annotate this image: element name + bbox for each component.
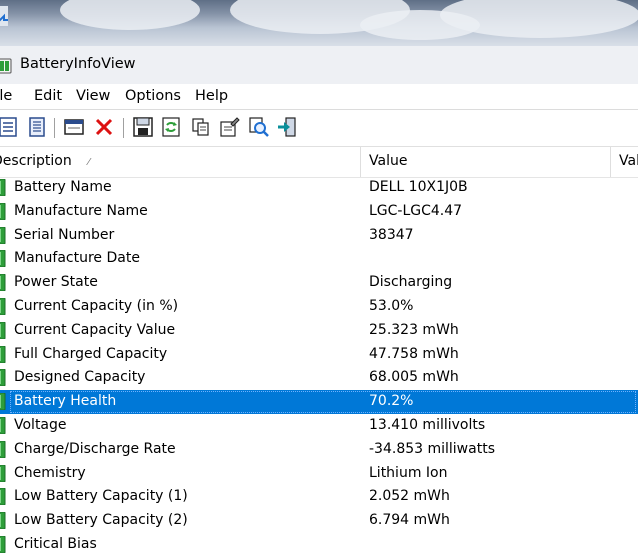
desktop-background [0,0,638,46]
battery-icon [0,488,6,506]
menu-options[interactable]: Options [125,88,181,104]
list-row[interactable]: Manufacture Date [0,247,638,271]
row-value: DELL 10X1J0B [369,179,468,195]
options-icon[interactable] [219,116,241,138]
properties-icon[interactable] [0,116,20,138]
battery-icon [0,202,6,220]
toolbar-separator [123,118,124,138]
row-description: Voltage [14,416,67,433]
list-row[interactable]: Full Charged Capacity 47.758 mWh [0,343,638,367]
column-divider[interactable] [360,147,361,177]
row-value: 25.323 mWh [369,321,459,338]
menu-file[interactable]: File [0,88,12,104]
column-value[interactable]: Value [369,153,407,169]
row-value: 6.794 mWh [369,512,450,529]
row-description: Current Capacity (in %) [14,297,179,314]
menu-edit[interactable]: Edit [34,88,62,104]
window-title: BatteryInfoView [20,56,136,72]
row-description: Designed Capacity [14,369,146,386]
list-row[interactable]: Serial Number 38347 [0,224,638,248]
row-value: 47.758 mWh [369,345,459,362]
list-row[interactable]: Chemistry Lithium Ion [0,462,638,486]
list-row[interactable]: Low Battery Capacity (1) 2.052 mWh [0,485,638,509]
menu-view[interactable]: View [76,88,110,104]
delete-icon[interactable] [93,116,115,138]
row-description: Manufacture Name [14,202,148,219]
row-value: Discharging [369,274,453,291]
battery-icon [0,464,6,482]
row-description: Battery Name [14,179,112,195]
list-view-icon[interactable] [26,116,48,138]
row-value: LGC-LGC4.47 [369,202,463,219]
list-row[interactable]: Battery Health 70.2% [0,390,638,414]
battery-icon [0,250,6,268]
row-description: Low Battery Capacity (2) [14,512,188,529]
menu-help[interactable]: Help [195,88,228,104]
list-row[interactable]: Charge/Discharge Rate -34.853 milliwatts [0,438,638,462]
list-row[interactable]: Designed Capacity 68.005 mWh [0,366,638,390]
battery-icon [0,440,6,458]
battery-icon [0,369,6,387]
row-description: Critical Bias [14,535,97,552]
battery-icon [0,321,6,339]
column-value-extra[interactable]: Val [619,153,638,169]
row-value: 2.052 mWh [369,488,450,505]
battery-icon [0,179,6,196]
battery-icon [0,297,6,315]
row-value: 70.2% [369,393,414,410]
list-row[interactable]: Critical Bias [0,533,638,557]
battery-icon [0,512,6,530]
row-description: Manufacture Date [14,250,140,267]
save-icon[interactable] [132,116,154,138]
row-description: Charge/Discharge Rate [14,440,176,457]
app-battery-icon [0,58,12,74]
row-description: Current Capacity Value [14,321,176,338]
column-header: Description ⁄ Value Val [0,146,638,178]
row-description: Serial Number [14,226,115,243]
find-icon[interactable] [248,116,270,138]
menu-bar: File Edit View Options Help [0,84,638,109]
row-value: 53.0% [369,297,414,314]
toolbar [0,109,638,146]
row-description: Low Battery Capacity (1) [14,488,188,505]
battery-icon [0,226,6,244]
list-row[interactable]: Power State Discharging [0,271,638,295]
toolbar-separator [54,118,55,138]
column-divider[interactable] [610,147,611,177]
battery-icon [0,274,6,292]
row-value: -34.853 milliwatts [369,440,495,457]
battery-icon [0,535,6,553]
list-row[interactable]: Voltage 13.410 millivolts [0,414,638,438]
row-value: 38347 [369,226,414,243]
list-row[interactable]: Low Battery Capacity (2) 6.794 mWh [0,509,638,533]
row-description: Chemistry [14,464,86,481]
list-row[interactable]: Current Capacity Value 25.323 mWh [0,319,638,343]
row-description: Power State [14,274,98,291]
row-value: Lithium Ion [369,464,448,481]
copy-icon[interactable] [190,116,212,138]
window-icon[interactable] [63,116,85,138]
battery-icon [0,393,6,411]
row-description: Battery Health [14,393,117,410]
row-value: 68.005 mWh [369,369,459,386]
desktop-shortcut-icon[interactable] [0,4,12,34]
column-description[interactable]: Description [0,153,72,169]
list-row[interactable]: Current Capacity (in %) 53.0% [0,295,638,319]
list-row[interactable]: Battery Name DELL 10X1J0B [0,176,638,200]
list-row[interactable]: Manufacture Name LGC-LGC4.47 [0,200,638,224]
sort-ascending-icon: ⁄ [88,157,90,168]
battery-icon [0,345,6,363]
battery-icon [0,416,6,434]
exit-icon[interactable] [276,116,298,138]
title-bar[interactable]: BatteryInfoView [0,46,638,84]
battery-info-list: Battery Name DELL 10X1J0B Manufacture Na… [0,176,638,557]
row-description: Full Charged Capacity [14,345,168,362]
row-value: 13.410 millivolts [369,416,486,433]
refresh-icon[interactable] [160,116,182,138]
